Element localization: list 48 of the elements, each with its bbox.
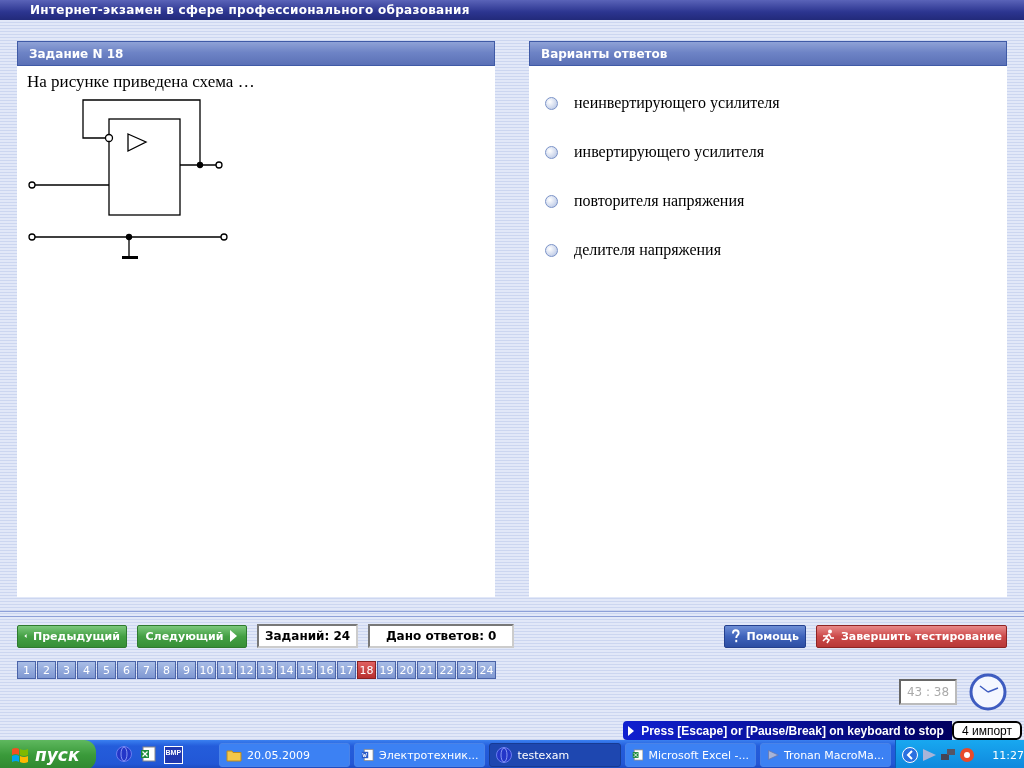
- previous-button[interactable]: Предыдущий: [17, 624, 127, 648]
- next-button[interactable]: Следующий: [137, 624, 247, 648]
- task-number-button[interactable]: 24: [477, 661, 496, 679]
- task-number-button[interactable]: 9: [177, 661, 196, 679]
- help-button[interactable]: Помощь: [723, 624, 806, 648]
- clock-text: 11:27: [992, 748, 1024, 762]
- question-text: На рисунке приведена схема …: [27, 72, 256, 92]
- task-number-button[interactable]: 2: [37, 661, 56, 679]
- start-button[interactable]: пуск: [0, 740, 96, 768]
- timer-field: 43 : 38: [899, 679, 957, 705]
- task-number-button[interactable]: 21: [417, 661, 436, 679]
- taskbar-button[interactable]: Tronan MacroMa...: [760, 743, 892, 767]
- counter-field: Дано ответов: 0: [368, 624, 515, 648]
- window-title: Интернет-экзамен в сфере профессионального образования: [30, 3, 470, 17]
- task-number-button[interactable]: 6: [117, 661, 136, 679]
- answer-option[interactable]: повторителя напряжения: [574, 192, 745, 210]
- task-number-button[interactable]: 23: [457, 661, 476, 679]
- taskbar-button[interactable]: 20.05.2009: [218, 743, 351, 767]
- task-number-button[interactable]: 20: [397, 661, 416, 679]
- answer-option[interactable]: инвертирующего усилителя: [574, 143, 764, 161]
- taskbar-button[interactable]: testexam: [489, 743, 621, 767]
- task-number-button[interactable]: 7: [137, 661, 156, 679]
- task-number-button[interactable]: 1: [17, 661, 36, 679]
- task-number-button[interactable]: 4: [77, 661, 96, 679]
- task-number-button[interactable]: 15: [297, 661, 316, 679]
- answer-option[interactable]: неинвертирующего усилителя: [574, 94, 780, 112]
- panel-header: Варианты ответов: [529, 41, 1007, 66]
- taskbar-button[interactable]: Microsoft Excel -...: [624, 743, 757, 767]
- task-number-button[interactable]: 11: [217, 661, 236, 679]
- task-number-button[interactable]: 22: [437, 661, 456, 679]
- task-number-button[interactable]: 14: [277, 661, 296, 679]
- answer-option[interactable]: делителя напряжения: [574, 241, 722, 259]
- taskbar-button[interactable]: Электротехник...: [354, 743, 486, 767]
- counter-field: Заданий: 24: [257, 624, 359, 648]
- task-number-button[interactable]: 8: [157, 661, 176, 679]
- task-number-button[interactable]: 5: [97, 661, 116, 679]
- task-number-button[interactable]: 13: [257, 661, 276, 679]
- finish-button[interactable]: Завершить тестирование: [815, 624, 1007, 648]
- task-number-button[interactable]: 18: [357, 661, 376, 679]
- task-number-button[interactable]: 10: [197, 661, 216, 679]
- task-number-button[interactable]: 17: [337, 661, 356, 679]
- task-number-button[interactable]: 3: [57, 661, 76, 679]
- task-number-button[interactable]: 12: [237, 661, 256, 679]
- task-number-button[interactable]: 16: [317, 661, 336, 679]
- panel-header: Задание N 18: [17, 41, 495, 66]
- task-number-button[interactable]: 19: [377, 661, 396, 679]
- banner-text: Press [Escape] or [Pause/Break] on keyboard to stop: [641, 723, 944, 738]
- macro-status: 4 импорт: [951, 721, 1022, 740]
